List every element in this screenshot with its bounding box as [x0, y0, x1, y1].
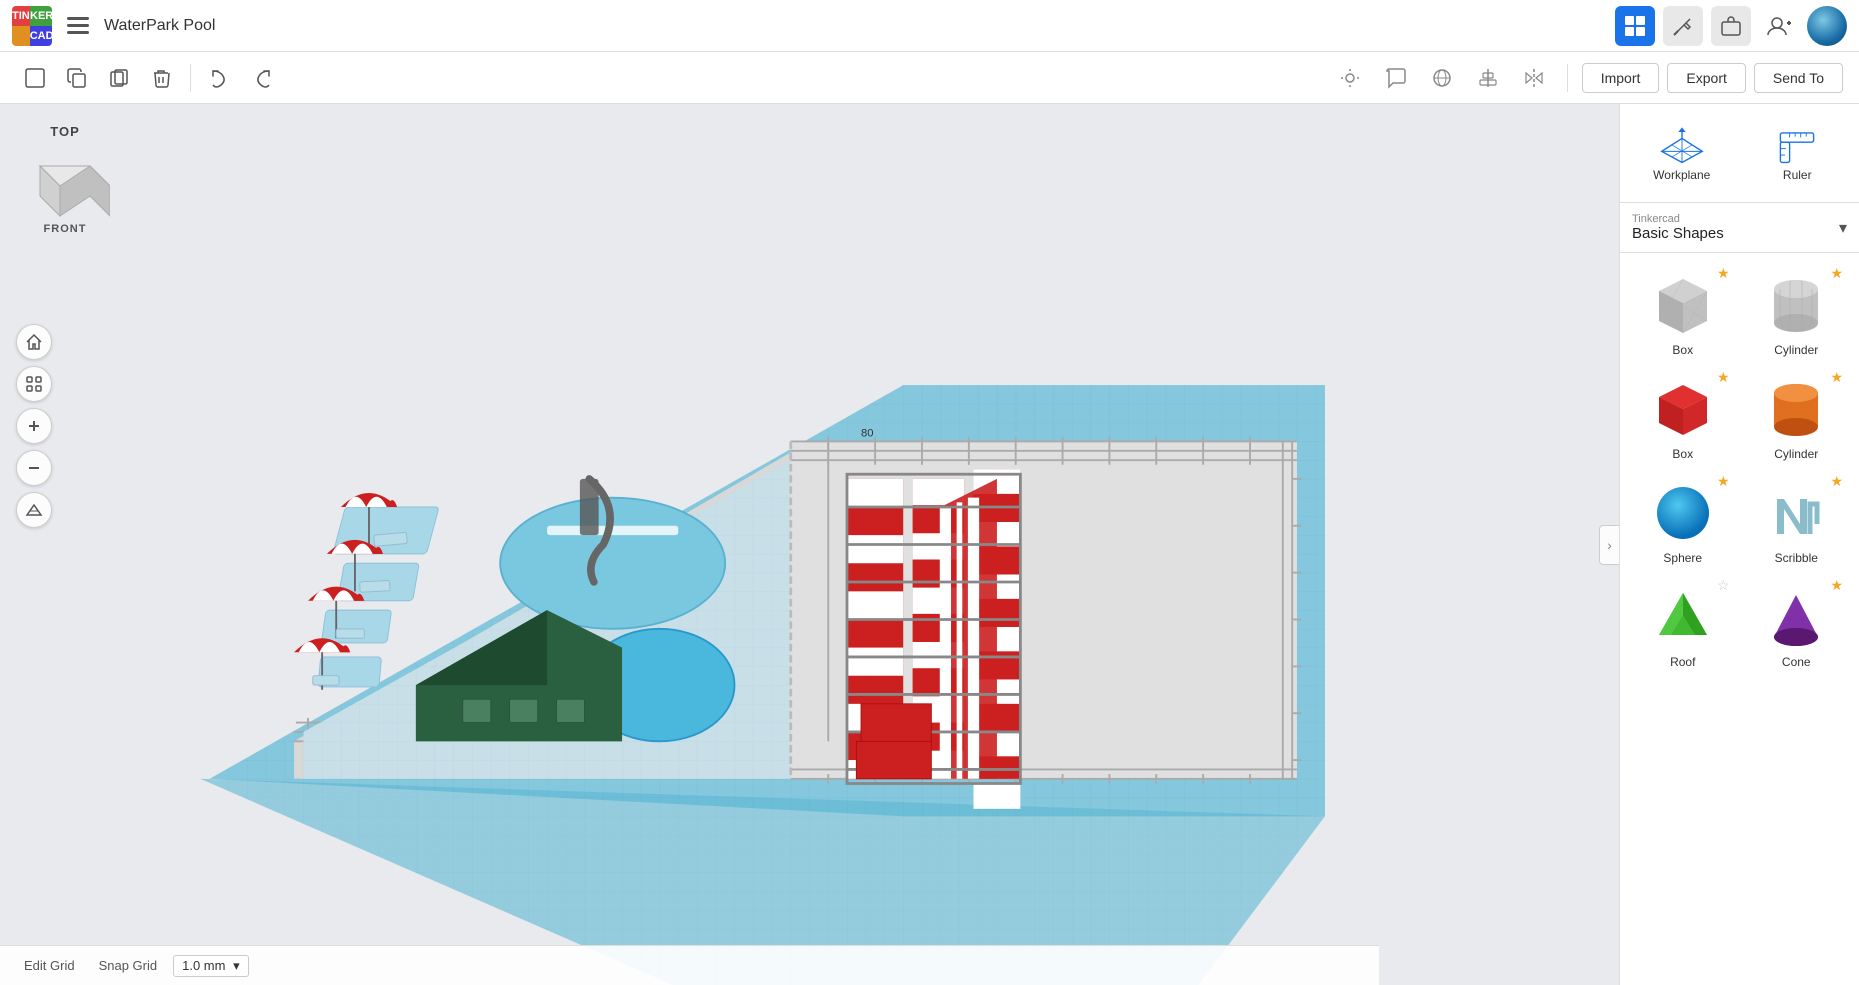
shape-img-cone-purple: [1760, 581, 1832, 653]
copy-btn[interactable]: [100, 59, 138, 97]
shape-cone-purple[interactable]: ★ Cone: [1742, 573, 1852, 673]
toolbar-sep-2: [1567, 64, 1568, 92]
toolbar-right: Import Export Send To: [1331, 59, 1843, 97]
edit-grid-btn[interactable]: Edit Grid: [16, 954, 83, 977]
workplane-icon: [1658, 124, 1706, 164]
new-btn[interactable]: [16, 59, 54, 97]
svg-text:80: 80: [861, 428, 874, 440]
logo[interactable]: TIN KER CAD: [12, 6, 52, 46]
redo-btn[interactable]: [243, 59, 281, 97]
mirror-btn[interactable]: [1515, 59, 1553, 97]
shape-star-box-red: ★: [1717, 369, 1730, 386]
shape-label-cylinder-orange: Cylinder: [1774, 447, 1818, 461]
scene-area[interactable]: 80: [0, 104, 1619, 985]
shape-star-sphere-blue: ★: [1717, 473, 1730, 490]
shape-label-box-gray: Box: [1672, 343, 1693, 357]
shape-label-cone-purple: Cone: [1782, 655, 1811, 669]
shape-cylinder-orange[interactable]: ★ Cylinder: [1742, 365, 1852, 465]
shapes-name: Basic Shapes: [1632, 225, 1724, 242]
shape-img-scribble: [1760, 477, 1832, 549]
shape-box-gray[interactable]: ★ Box: [1628, 261, 1738, 361]
shapes-dropdown[interactable]: Tinkercad Basic Shapes ▾: [1620, 203, 1859, 253]
shape-star-pyramid-green: ☆: [1717, 577, 1730, 594]
shape-label-pyramid-green: Roof: [1670, 655, 1695, 669]
toolbar-sep-1: [190, 64, 191, 92]
top-nav: TIN KER CAD WaterPark Pool: [0, 0, 1859, 52]
view-rotate-btn[interactable]: [1423, 59, 1461, 97]
shape-star-box-gray: ★: [1717, 265, 1730, 282]
shape-sphere-blue[interactable]: ★ Sphere: [1628, 469, 1738, 569]
shapes-category: Tinkercad: [1632, 213, 1724, 225]
logo-cad: CAD: [30, 26, 52, 46]
menu-icon[interactable]: [64, 12, 92, 40]
snap-grid-value[interactable]: 1.0 mm ▾: [173, 955, 249, 977]
right-panel: Workplane: [1619, 104, 1859, 985]
shape-img-sphere-blue: [1647, 477, 1719, 549]
light-btn[interactable]: [1331, 59, 1369, 97]
logo-blank: [12, 26, 30, 46]
shape-img-cylinder-orange: [1760, 373, 1832, 445]
shape-label-box-red: Box: [1672, 447, 1693, 461]
shape-img-box-red: [1647, 373, 1719, 445]
undo-btn[interactable]: [201, 59, 239, 97]
shape-label-cylinder-gray: Cylinder: [1774, 343, 1818, 357]
project-name: WaterPark Pool: [104, 17, 1603, 35]
main-content: TOP FRONT: [0, 104, 1859, 985]
suitcase-btn[interactable]: [1711, 6, 1751, 46]
user-avatar[interactable]: [1807, 6, 1847, 46]
ruler-btn[interactable]: Ruler: [1744, 116, 1852, 190]
shape-label-sphere-blue: Sphere: [1663, 551, 1702, 565]
right-tools: Workplane: [1620, 104, 1859, 203]
align-btn[interactable]: [1469, 59, 1507, 97]
shape-star-cylinder-orange: ★: [1830, 369, 1843, 386]
copy-paste-btn[interactable]: [58, 59, 96, 97]
shape-pyramid-green[interactable]: ☆ Roof: [1628, 573, 1738, 673]
shapes-dropdown-icon: ▾: [1839, 218, 1847, 238]
shape-box-red[interactable]: ★ Box: [1628, 365, 1738, 465]
comment-btn[interactable]: [1377, 59, 1415, 97]
shape-img-box-gray: [1647, 269, 1719, 341]
grid-view-btn[interactable]: [1615, 6, 1655, 46]
shapes-grid: ★ Box ★: [1620, 253, 1859, 681]
import-btn[interactable]: Import: [1582, 63, 1660, 93]
shape-star-cone-purple: ★: [1830, 577, 1843, 594]
shape-label-scribble: Scribble: [1775, 551, 1818, 565]
logo-tin: TIN: [12, 6, 30, 26]
ruler-icon: [1773, 124, 1821, 164]
bottom-bar: Edit Grid Snap Grid 1.0 mm ▾: [0, 945, 1379, 985]
toolbar: Import Export Send To: [0, 52, 1859, 104]
logo-ker: KER: [30, 6, 52, 26]
workplane-label: Workplane: [1653, 168, 1710, 182]
shape-star-cylinder-gray: ★: [1830, 265, 1843, 282]
shapes-header-left: Tinkercad Basic Shapes: [1632, 213, 1724, 242]
delete-btn[interactable]: [142, 59, 180, 97]
shape-star-scribble: ★: [1830, 473, 1843, 490]
workplane-btn[interactable]: Workplane: [1628, 116, 1736, 190]
shape-scribble[interactable]: ★ Scribble: [1742, 469, 1852, 569]
snap-grid-label: Snap Grid: [99, 958, 158, 973]
add-user-btn[interactable]: [1759, 6, 1799, 46]
viewport[interactable]: TOP FRONT: [0, 104, 1619, 985]
shape-img-pyramid-green: [1647, 581, 1719, 653]
ruler-label: Ruler: [1783, 168, 1812, 182]
shape-img-cylinder-gray: [1760, 269, 1832, 341]
nav-right: [1615, 6, 1847, 46]
pickaxe-btn[interactable]: [1663, 6, 1703, 46]
shape-cylinder-gray[interactable]: ★ Cylinder: [1742, 261, 1852, 361]
send-to-btn[interactable]: Send To: [1754, 63, 1843, 93]
export-btn[interactable]: Export: [1667, 63, 1745, 93]
